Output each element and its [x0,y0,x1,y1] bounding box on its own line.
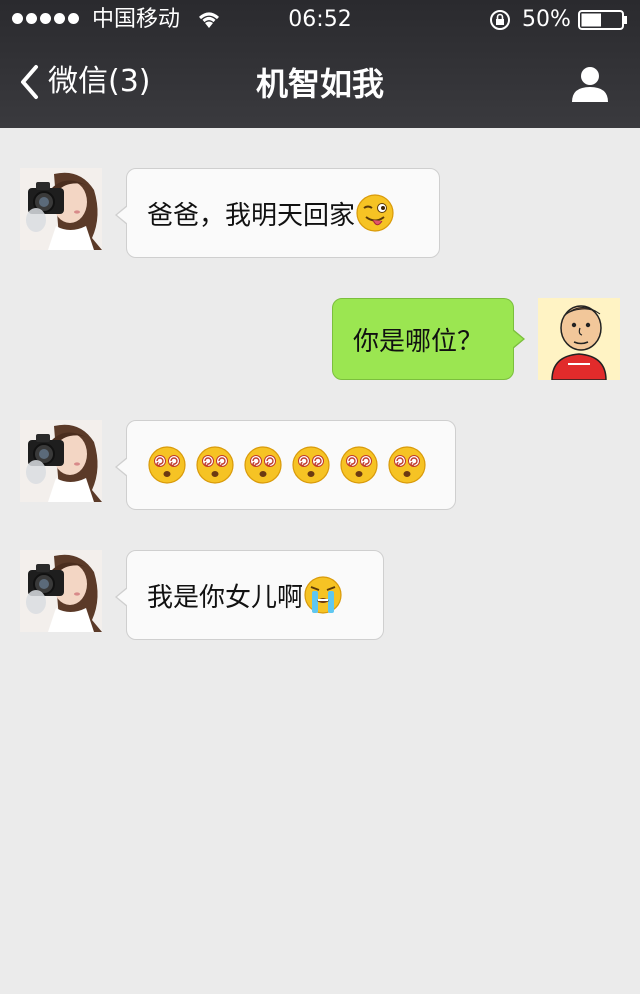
chevron-left-icon [21,65,38,99]
my-avatar[interactable] [538,298,620,380]
contact-profile-icon[interactable] [568,62,612,106]
contact-avatar[interactable] [20,420,102,502]
dizzy-face-emoji [243,445,283,485]
back-button[interactable]: 微信(3) [18,62,151,102]
dizzy-face-emoji [339,445,379,485]
message-bubble-incoming[interactable]: 我是你女儿啊 [115,550,384,640]
battery-percentage: 50% [522,7,571,32]
rotation-lock-icon [490,10,510,30]
winking-tongue-emoji [355,193,395,233]
crying-face-emoji [303,575,343,615]
dizzy-face-emoji [195,445,235,485]
battery-icon [578,10,627,30]
message-bubble-outgoing[interactable]: 你是哪位？ [332,298,525,380]
dizzy-face-emoji [387,445,427,485]
status-bar: 中国移动 06:52 50% [0,0,640,40]
back-button-label: 微信(3) [48,64,151,99]
message-text: 你是哪位？ [353,326,484,357]
top-bar: 中国移动 06:52 50% 微信(3) 机智如我 [0,0,640,128]
message-bubble-incoming[interactable] [115,420,456,510]
dizzy-face-emoji [291,445,331,485]
message-bubble-incoming[interactable]: 爸爸，我明天回家 [115,168,440,258]
dizzy-face-emoji [147,445,187,485]
message-text: 爸爸，我明天回家 [147,200,356,231]
navigation-bar: 微信(3) 机智如我 [0,40,640,128]
contact-avatar[interactable] [20,550,102,632]
message-text: 我是你女儿啊 [147,582,304,613]
contact-avatar[interactable] [20,168,102,250]
